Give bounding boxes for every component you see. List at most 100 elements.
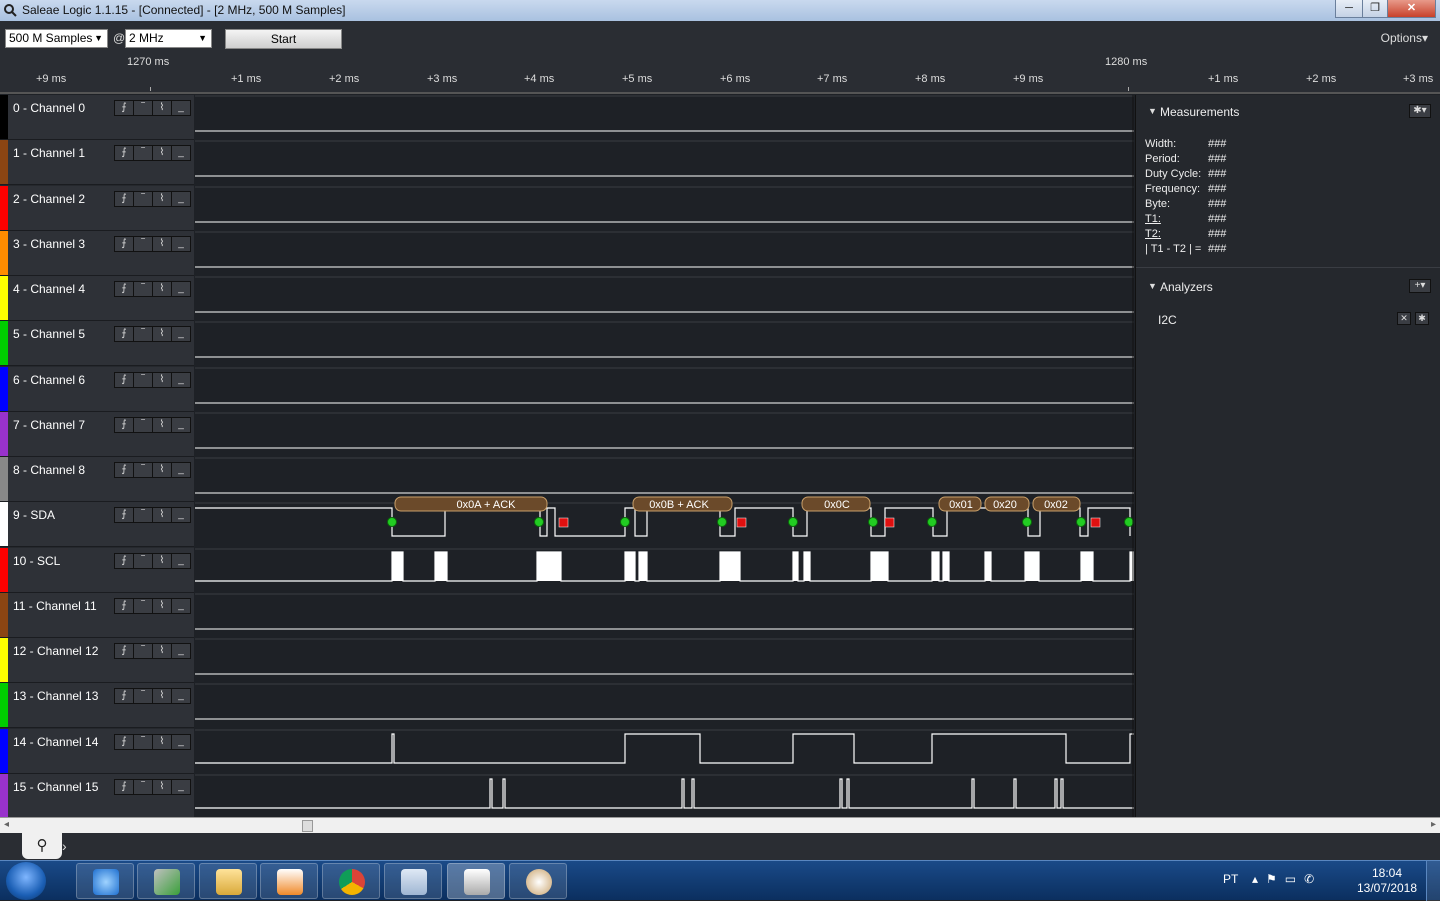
chrome-taskbar-icon[interactable] bbox=[322, 863, 380, 899]
scroll-thumb[interactable] bbox=[302, 820, 313, 832]
channel-row[interactable]: 2 - Channel 2 ⨍ ‾ ⌇ _ bbox=[0, 186, 194, 231]
low-level-trigger-icon[interactable]: _ bbox=[172, 463, 190, 477]
scroll-right-icon[interactable]: ▸ bbox=[1431, 819, 1436, 830]
falling-edge-trigger-icon[interactable]: ⌇ bbox=[153, 192, 172, 206]
channel-name[interactable]: 0 - Channel 0 bbox=[13, 101, 85, 115]
channel-row[interactable]: 8 - Channel 8 ⨍ ‾ ⌇ _ bbox=[0, 457, 194, 502]
close-button[interactable]: ✕ bbox=[1387, 0, 1436, 18]
low-level-trigger-icon[interactable]: _ bbox=[172, 644, 190, 658]
saleae-taskbar-icon[interactable] bbox=[447, 863, 505, 899]
measurement-label[interactable]: T1: bbox=[1145, 213, 1161, 225]
falling-edge-trigger-icon[interactable]: ⌇ bbox=[153, 644, 172, 658]
maximize-button[interactable]: ❐ bbox=[1362, 0, 1388, 18]
options-menu[interactable]: Options▾ bbox=[1381, 31, 1428, 45]
falling-edge-trigger-icon[interactable]: ⌇ bbox=[153, 689, 172, 703]
channel-name[interactable]: 9 - SDA bbox=[13, 508, 55, 522]
rising-edge-trigger-icon[interactable]: ⨍ bbox=[115, 780, 134, 794]
high-level-trigger-icon[interactable]: ‾ bbox=[134, 689, 153, 703]
high-level-trigger-icon[interactable]: ‾ bbox=[134, 101, 153, 115]
rising-edge-trigger-icon[interactable]: ⨍ bbox=[115, 101, 134, 115]
start-orb-icon[interactable] bbox=[6, 862, 46, 900]
media-player-taskbar-icon[interactable] bbox=[260, 863, 318, 899]
low-level-trigger-icon[interactable]: _ bbox=[172, 599, 190, 613]
low-level-trigger-icon[interactable]: _ bbox=[172, 146, 190, 160]
channel-name[interactable]: 7 - Channel 7 bbox=[13, 418, 85, 432]
channel-name[interactable]: 3 - Channel 3 bbox=[13, 237, 85, 251]
rising-edge-trigger-icon[interactable]: ⨍ bbox=[115, 689, 134, 703]
channel-row[interactable]: 0 - Channel 0 ⨍ ‾ ⌇ _ bbox=[0, 95, 194, 140]
channel-name[interactable]: 15 - Channel 15 bbox=[13, 780, 98, 794]
low-level-trigger-icon[interactable]: _ bbox=[172, 780, 190, 794]
show-desktop-button[interactable] bbox=[1426, 861, 1440, 901]
rising-edge-trigger-icon[interactable]: ⨍ bbox=[115, 554, 134, 568]
tray-icons[interactable]: ▴⚑▭✆ bbox=[1252, 872, 1322, 886]
falling-edge-trigger-icon[interactable]: ⌇ bbox=[153, 554, 172, 568]
channel-name[interactable]: 13 - Channel 13 bbox=[13, 689, 98, 703]
channel-name[interactable]: 10 - SCL bbox=[13, 554, 60, 568]
channel-name[interactable]: 1 - Channel 1 bbox=[13, 146, 85, 160]
channel-name[interactable]: 5 - Channel 5 bbox=[13, 327, 85, 341]
expand-icon[interactable]: › bbox=[62, 835, 78, 857]
falling-edge-trigger-icon[interactable]: ⌇ bbox=[153, 418, 172, 432]
high-level-trigger-icon[interactable]: ‾ bbox=[134, 508, 153, 522]
rising-edge-trigger-icon[interactable]: ⨍ bbox=[115, 327, 134, 341]
channel-row[interactable]: 15 - Channel 15 ⨍ ‾ ⌇ _ bbox=[0, 774, 194, 819]
rising-edge-trigger-icon[interactable]: ⨍ bbox=[115, 599, 134, 613]
low-level-trigger-icon[interactable]: _ bbox=[172, 418, 190, 432]
close-icon[interactable]: ✕ bbox=[1397, 312, 1411, 325]
high-level-trigger-icon[interactable]: ‾ bbox=[134, 192, 153, 206]
low-level-trigger-icon[interactable]: _ bbox=[172, 554, 190, 568]
low-level-trigger-icon[interactable]: _ bbox=[172, 373, 190, 387]
channel-row[interactable]: 10 - SCL ⨍ ‾ ⌇ _ bbox=[0, 548, 194, 593]
low-level-trigger-icon[interactable]: _ bbox=[172, 735, 190, 749]
language-indicator[interactable]: PT bbox=[1223, 872, 1238, 886]
high-level-trigger-icon[interactable]: ‾ bbox=[134, 780, 153, 794]
channel-row[interactable]: 6 - Channel 6 ⨍ ‾ ⌇ _ bbox=[0, 367, 194, 412]
tools-taskbar-icon[interactable] bbox=[137, 863, 195, 899]
channel-row[interactable]: 5 - Channel 5 ⨍ ‾ ⌇ _ bbox=[0, 321, 194, 366]
falling-edge-trigger-icon[interactable]: ⌇ bbox=[153, 327, 172, 341]
samples-select[interactable]: 500 M Samples ▼ bbox=[5, 29, 108, 48]
falling-edge-trigger-icon[interactable]: ⌇ bbox=[153, 780, 172, 794]
channel-row[interactable]: 9 - SDA ⨍ ‾ ⌇ _ bbox=[0, 502, 194, 547]
high-level-trigger-icon[interactable]: ‾ bbox=[134, 735, 153, 749]
channel-row[interactable]: 11 - Channel 11 ⨍ ‾ ⌇ _ bbox=[0, 593, 194, 638]
scroll-left-icon[interactable]: ◂ bbox=[4, 819, 9, 830]
rising-edge-trigger-icon[interactable]: ⨍ bbox=[115, 508, 134, 522]
channel-row[interactable]: 13 - Channel 13 ⨍ ‾ ⌇ _ bbox=[0, 683, 194, 728]
high-level-trigger-icon[interactable]: ‾ bbox=[134, 146, 153, 160]
falling-edge-trigger-icon[interactable]: ⌇ bbox=[153, 599, 172, 613]
low-level-trigger-icon[interactable]: _ bbox=[172, 508, 190, 522]
gear-icon[interactable]: ✱▾ bbox=[1409, 104, 1431, 118]
high-level-trigger-icon[interactable]: ‾ bbox=[134, 418, 153, 432]
low-level-trigger-icon[interactable]: _ bbox=[172, 192, 190, 206]
channel-name[interactable]: 12 - Channel 12 bbox=[13, 644, 98, 658]
channel-row[interactable]: 7 - Channel 7 ⨍ ‾ ⌇ _ bbox=[0, 412, 194, 457]
falling-edge-trigger-icon[interactable]: ⌇ bbox=[153, 508, 172, 522]
high-level-trigger-icon[interactable]: ‾ bbox=[134, 463, 153, 477]
channel-row[interactable]: 12 - Channel 12 ⨍ ‾ ⌇ _ bbox=[0, 638, 194, 683]
channel-name[interactable]: 11 - Channel 11 bbox=[13, 599, 97, 613]
rate-select[interactable]: 2 MHz ▼ bbox=[125, 29, 212, 48]
channel-row[interactable]: 14 - Channel 14 ⨍ ‾ ⌇ _ bbox=[0, 729, 194, 774]
high-level-trigger-icon[interactable]: ‾ bbox=[134, 644, 153, 658]
falling-edge-trigger-icon[interactable]: ⌇ bbox=[153, 282, 172, 296]
rising-edge-trigger-icon[interactable]: ⨍ bbox=[115, 146, 134, 160]
falling-edge-trigger-icon[interactable]: ⌇ bbox=[153, 463, 172, 477]
horizontal-scrollbar[interactable]: ◂ ▸ bbox=[0, 817, 1440, 833]
rising-edge-trigger-icon[interactable]: ⨍ bbox=[115, 463, 134, 477]
search-icon[interactable]: ⚲ bbox=[22, 833, 62, 859]
high-level-trigger-icon[interactable]: ‾ bbox=[134, 237, 153, 251]
add-analyzer-icon[interactable]: +▾ bbox=[1409, 279, 1431, 293]
high-level-trigger-icon[interactable]: ‾ bbox=[134, 554, 153, 568]
minimize-button[interactable]: ─ bbox=[1335, 0, 1363, 18]
low-level-trigger-icon[interactable]: _ bbox=[172, 237, 190, 251]
notes-taskbar-icon[interactable] bbox=[384, 863, 442, 899]
rising-edge-trigger-icon[interactable]: ⨍ bbox=[115, 418, 134, 432]
time-ruler[interactable]: 1270 ms 1280 ms +9 ms +1 ms +2 ms +3 ms … bbox=[0, 54, 1440, 94]
ie-taskbar-icon[interactable] bbox=[76, 863, 134, 899]
falling-edge-trigger-icon[interactable]: ⌇ bbox=[153, 735, 172, 749]
high-level-trigger-icon[interactable]: ‾ bbox=[134, 373, 153, 387]
falling-edge-trigger-icon[interactable]: ⌇ bbox=[153, 146, 172, 160]
clock[interactable]: 18:04 13/07/2018 bbox=[1352, 866, 1422, 896]
